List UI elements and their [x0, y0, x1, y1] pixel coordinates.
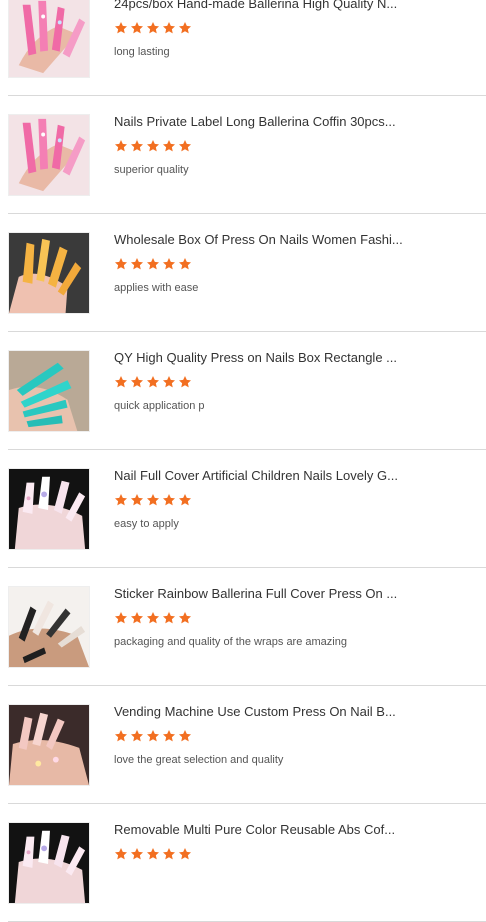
star-icon [162, 612, 176, 624]
star-icon [130, 494, 144, 506]
star-icon [162, 376, 176, 388]
product-item[interactable]: 24pcs/box Hand-made Ballerina High Quali… [8, 0, 486, 96]
star-icon [162, 140, 176, 152]
star-icon [114, 730, 128, 742]
star-icon [146, 494, 160, 506]
star-icon [146, 730, 160, 742]
star-icon [130, 848, 144, 860]
star-icon [114, 258, 128, 270]
star-icon [114, 848, 128, 860]
rating-stars [114, 729, 192, 743]
product-item[interactable]: Sticker Rainbow Ballerina Full Cover Pre… [8, 568, 486, 686]
product-title[interactable]: Wholesale Box Of Press On Nails Women Fa… [114, 232, 414, 248]
product-thumbnail[interactable] [8, 232, 90, 314]
review-snippet: easy to apply [114, 518, 179, 530]
product-thumbnail[interactable] [8, 822, 90, 904]
star-icon [178, 22, 192, 34]
star-icon [146, 140, 160, 152]
product-title[interactable]: Removable Multi Pure Color Reusable Abs … [114, 822, 414, 838]
rating-stars [114, 375, 192, 389]
star-icon [178, 848, 192, 860]
product-thumbnail[interactable] [8, 468, 90, 550]
star-icon [130, 612, 144, 624]
star-icon [130, 140, 144, 152]
product-item[interactable]: QY High Quality Press on Nails Box Recta… [8, 332, 486, 450]
star-icon [146, 376, 160, 388]
product-thumbnail[interactable] [8, 350, 90, 432]
star-icon [114, 376, 128, 388]
product-title[interactable]: Vending Machine Use Custom Press On Nail… [114, 704, 414, 720]
star-icon [114, 494, 128, 506]
star-icon [130, 258, 144, 270]
product-thumbnail[interactable] [8, 586, 90, 668]
rating-stars [114, 847, 192, 861]
star-icon [178, 140, 192, 152]
rating-stars [114, 611, 192, 625]
product-title[interactable]: QY High Quality Press on Nails Box Recta… [114, 350, 414, 366]
star-icon [178, 376, 192, 388]
rating-stars [114, 493, 192, 507]
product-item[interactable]: Nail Full Cover Artificial Children Nail… [8, 450, 486, 568]
product-thumbnail[interactable] [8, 0, 90, 78]
star-icon [146, 848, 160, 860]
product-item[interactable]: Removable Multi Pure Color Reusable Abs … [8, 804, 486, 922]
star-icon [162, 258, 176, 270]
star-icon [178, 494, 192, 506]
review-snippet: love the great selection and quality [114, 754, 284, 766]
star-icon [130, 730, 144, 742]
rating-stars [114, 21, 192, 35]
star-icon [162, 494, 176, 506]
star-icon [146, 612, 160, 624]
star-icon [114, 612, 128, 624]
star-icon [114, 22, 128, 34]
product-thumbnail[interactable] [8, 114, 90, 196]
rating-stars [114, 139, 192, 153]
product-title[interactable]: 24pcs/box Hand-made Ballerina High Quali… [114, 0, 414, 12]
review-snippet: quick application p [114, 400, 205, 412]
product-item[interactable]: Nails Private Label Long Ballerina Coffi… [8, 96, 486, 214]
review-snippet: applies with ease [114, 282, 199, 294]
product-item[interactable]: Vending Machine Use Custom Press On Nail… [8, 686, 486, 804]
product-title[interactable]: Sticker Rainbow Ballerina Full Cover Pre… [114, 586, 414, 602]
star-icon [178, 730, 192, 742]
review-snippet: superior quality [114, 164, 189, 176]
star-icon [114, 140, 128, 152]
product-item[interactable]: Wholesale Box Of Press On Nails Women Fa… [8, 214, 486, 332]
review-snippet: packaging and quality of the wraps are a… [114, 636, 347, 648]
star-icon [130, 22, 144, 34]
product-thumbnail[interactable] [8, 704, 90, 786]
star-icon [162, 22, 176, 34]
star-icon [130, 376, 144, 388]
star-icon [146, 22, 160, 34]
star-icon [146, 258, 160, 270]
star-icon [178, 258, 192, 270]
star-icon [178, 612, 192, 624]
star-icon [162, 730, 176, 742]
product-title[interactable]: Nails Private Label Long Ballerina Coffi… [114, 114, 414, 130]
product-list: 24pcs/box Hand-made Ballerina High Quali… [0, 0, 486, 922]
review-snippet: long lasting [114, 46, 170, 58]
product-title[interactable]: Nail Full Cover Artificial Children Nail… [114, 468, 414, 484]
star-icon [162, 848, 176, 860]
rating-stars [114, 257, 192, 271]
